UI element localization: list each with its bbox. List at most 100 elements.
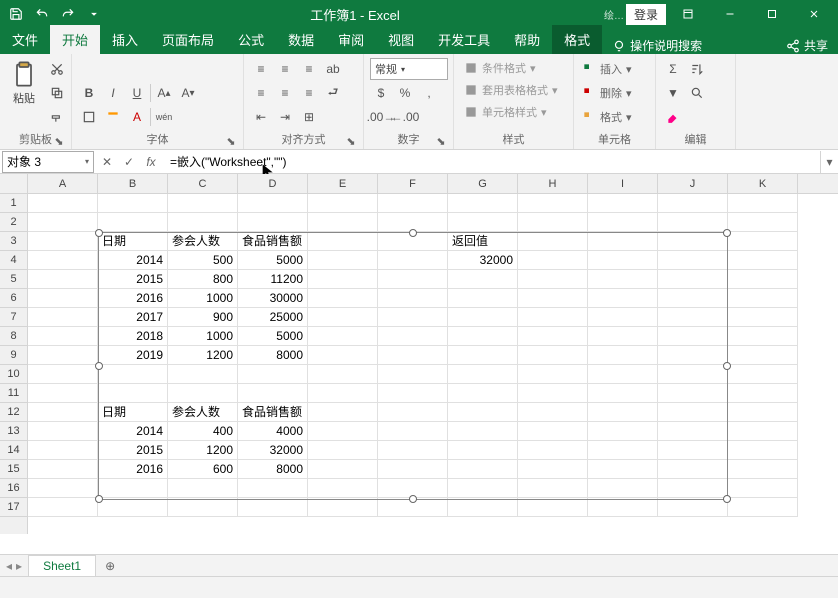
- expand-formula-icon[interactable]: ▾: [820, 151, 838, 173]
- cell[interactable]: [658, 308, 728, 327]
- cell[interactable]: [518, 308, 588, 327]
- cell[interactable]: [728, 479, 798, 498]
- col-header[interactable]: F: [378, 174, 448, 193]
- cell[interactable]: 11200: [238, 270, 308, 289]
- cell[interactable]: [98, 194, 168, 213]
- cell[interactable]: [518, 441, 588, 460]
- cell[interactable]: [588, 232, 658, 251]
- cell[interactable]: [728, 251, 798, 270]
- cell[interactable]: [658, 327, 728, 346]
- border-button[interactable]: [78, 106, 100, 128]
- login-button[interactable]: 登录: [626, 4, 666, 25]
- align-launcher-icon[interactable]: ⬊: [345, 135, 357, 147]
- cell[interactable]: [518, 289, 588, 308]
- cell[interactable]: [308, 365, 378, 384]
- align-center-icon[interactable]: ≡: [274, 82, 296, 104]
- cell[interactable]: [658, 422, 728, 441]
- cell[interactable]: [728, 346, 798, 365]
- cell[interactable]: [728, 289, 798, 308]
- cell[interactable]: [728, 460, 798, 479]
- undo-icon[interactable]: [30, 2, 54, 26]
- cell[interactable]: [728, 498, 798, 517]
- format-painter-icon[interactable]: [46, 106, 68, 128]
- cell[interactable]: 返回值: [448, 232, 518, 251]
- chevron-down-icon[interactable]: ▾: [85, 157, 89, 166]
- cell[interactable]: [518, 403, 588, 422]
- row-header[interactable]: 17: [0, 498, 27, 517]
- cell[interactable]: 参会人数: [168, 232, 238, 251]
- cell[interactable]: [588, 403, 658, 422]
- cell[interactable]: [448, 479, 518, 498]
- cell[interactable]: [168, 498, 238, 517]
- cell[interactable]: [28, 365, 98, 384]
- cell[interactable]: 1200: [168, 346, 238, 365]
- cell[interactable]: [308, 251, 378, 270]
- cell[interactable]: [308, 308, 378, 327]
- cell[interactable]: [658, 270, 728, 289]
- cell[interactable]: [588, 460, 658, 479]
- row-header[interactable]: 13: [0, 422, 27, 441]
- cell[interactable]: [518, 365, 588, 384]
- cell[interactable]: [588, 479, 658, 498]
- font-color-button[interactable]: A: [126, 106, 148, 128]
- cell[interactable]: [658, 232, 728, 251]
- cell[interactable]: [658, 498, 728, 517]
- cell-style-button[interactable]: 单元格样式 ▾: [460, 102, 551, 122]
- col-header[interactable]: B: [98, 174, 168, 193]
- cell[interactable]: [448, 441, 518, 460]
- cell[interactable]: [518, 270, 588, 289]
- cell[interactable]: [728, 232, 798, 251]
- cell[interactable]: [308, 460, 378, 479]
- cell[interactable]: [378, 289, 448, 308]
- copy-icon[interactable]: [46, 82, 68, 104]
- col-header[interactable]: J: [658, 174, 728, 193]
- maximize-icon[interactable]: [752, 0, 792, 28]
- cell[interactable]: [308, 213, 378, 232]
- align-middle-icon[interactable]: ≡: [274, 58, 296, 80]
- row-header[interactable]: 7: [0, 308, 27, 327]
- cell[interactable]: 4000: [238, 422, 308, 441]
- cell[interactable]: [378, 270, 448, 289]
- sort-filter-icon[interactable]: [686, 58, 708, 80]
- cell[interactable]: [658, 194, 728, 213]
- tab-help[interactable]: 帮助: [502, 25, 552, 54]
- cell[interactable]: [28, 460, 98, 479]
- next-sheet-icon[interactable]: ▸: [16, 559, 22, 573]
- cell[interactable]: [28, 346, 98, 365]
- cell[interactable]: [448, 403, 518, 422]
- sheet-tab[interactable]: Sheet1: [28, 555, 96, 576]
- cell[interactable]: [728, 365, 798, 384]
- cell[interactable]: [378, 346, 448, 365]
- accept-formula-icon[interactable]: ✓: [120, 153, 138, 171]
- cell[interactable]: [658, 213, 728, 232]
- cell[interactable]: [448, 194, 518, 213]
- row-header[interactable]: 10: [0, 365, 27, 384]
- col-header[interactable]: H: [518, 174, 588, 193]
- fill-color-button[interactable]: [102, 106, 124, 128]
- cell[interactable]: [28, 498, 98, 517]
- cell[interactable]: [728, 308, 798, 327]
- row-header[interactable]: 2: [0, 213, 27, 232]
- cell[interactable]: [378, 365, 448, 384]
- tab-review[interactable]: 审阅: [326, 25, 376, 54]
- cell[interactable]: [308, 327, 378, 346]
- cell[interactable]: [378, 251, 448, 270]
- tab-view[interactable]: 视图: [376, 25, 426, 54]
- cell[interactable]: [658, 384, 728, 403]
- fill-icon[interactable]: ▼: [662, 82, 684, 104]
- cell[interactable]: [518, 251, 588, 270]
- cell[interactable]: 2017: [98, 308, 168, 327]
- row-header[interactable]: 11: [0, 384, 27, 403]
- col-header[interactable]: K: [728, 174, 798, 193]
- save-icon[interactable]: [4, 2, 28, 26]
- close-icon[interactable]: [794, 0, 834, 28]
- tab-dev[interactable]: 开发工具: [426, 25, 502, 54]
- format-cells-button[interactable]: 格式 ▾: [580, 106, 634, 128]
- cell[interactable]: [518, 460, 588, 479]
- cell[interactable]: [658, 460, 728, 479]
- prev-sheet-icon[interactable]: ◂: [6, 559, 12, 573]
- indent-dec-icon[interactable]: ⇤: [250, 106, 272, 128]
- cut-icon[interactable]: [46, 58, 68, 80]
- cell[interactable]: [588, 289, 658, 308]
- cell[interactable]: [728, 384, 798, 403]
